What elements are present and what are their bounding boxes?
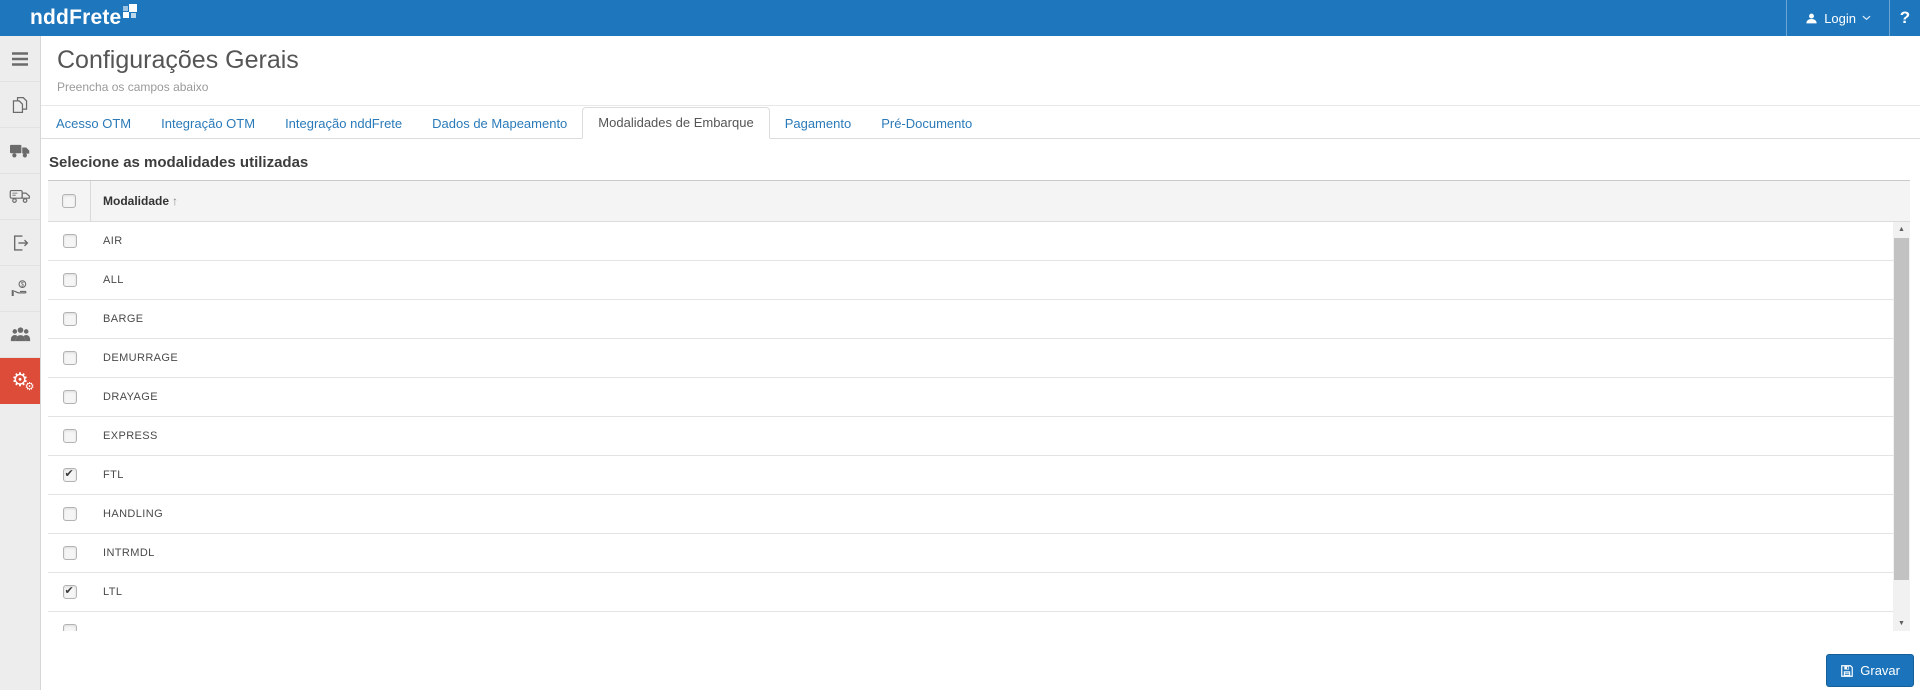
table-row: DRAYAGE [48,378,1910,417]
sidebar-item-menu[interactable] [0,36,40,82]
row-checkbox-cell [48,390,91,404]
copy-icon [11,96,29,114]
gears-icon: ⚙ ⚙ [11,370,35,393]
modality-label: FTL [103,469,124,481]
logo-squares-icon [123,4,138,19]
topbar: nddFrete Login ? [0,0,1920,36]
page-subtitle: Preencha os campos abaixo [57,80,209,94]
modality-label: INTRMDL [103,547,155,559]
table-row: HANDLING [48,495,1910,534]
scroll-down-arrow-icon[interactable]: ▼ [1893,616,1910,631]
page-header: Configurações Gerais Preencha os campos … [41,36,1920,94]
sidebar-item-payment[interactable]: $ [0,266,40,312]
row-checkbox-cell [48,546,91,560]
tab-pre-documento[interactable]: Pré-Documento [866,109,987,139]
tab-integracao-nddfrete[interactable]: Integração nddFrete [270,109,417,139]
save-floppy-icon [1840,664,1854,678]
modality-label: DRAYAGE [103,391,158,403]
modality-label: EXPRESS [103,430,158,442]
row-checkbox-cell [48,312,91,326]
modality-label: ALL [103,274,124,286]
sidebar-item-documents[interactable] [0,82,40,128]
column-header-modalidade[interactable]: Modalidade ↑ [91,181,178,221]
table-row: DEMURRAGE [48,339,1910,378]
sidebar-item-settings[interactable]: ⚙ ⚙ [0,358,40,404]
users-icon [10,326,31,343]
sort-ascending-icon: ↑ [172,194,179,208]
money-hand-icon: $ [10,279,30,298]
modality-label: DEMURRAGE [103,352,179,364]
row-checkbox[interactable] [62,429,77,443]
login-label: Login [1824,10,1856,26]
truck-icon [9,143,31,159]
login-menu[interactable]: Login [1786,0,1890,36]
row-checkbox[interactable] [62,351,77,365]
row-checkbox[interactable] [62,234,77,248]
tab-dados-de-mapeamento[interactable]: Dados de Mapeamento [417,109,582,139]
table-row: INTRMDL [48,534,1910,573]
modality-label: BARGE [103,313,144,325]
row-checkbox[interactable] [62,312,77,326]
table-row: ALL [48,261,1910,300]
select-all-checkbox[interactable] [62,194,76,208]
row-checkbox-cell [48,584,91,599]
tab-acesso-otm[interactable]: Acesso OTM [41,109,146,139]
modality-label: AIR [103,235,123,247]
row-checkbox[interactable] [62,584,77,599]
table-row: AIR [48,222,1910,261]
user-icon [1805,12,1818,25]
row-checkbox[interactable] [62,467,77,482]
table-row: EXPRESS [48,417,1910,456]
page-title: Configurações Gerais [57,46,299,74]
tabs: Acesso OTM Integração OTM Integração nddFr… [41,106,1920,139]
row-checkbox[interactable] [62,624,77,631]
help-button[interactable]: ? [1890,0,1920,36]
column-header-label: Modalidade [103,194,170,208]
chevron-down-icon [1862,15,1871,21]
modality-label: LTL [103,586,123,598]
row-checkbox[interactable] [62,273,77,287]
app-logo-text: nddFrete [30,6,122,29]
sidebar-item-export[interactable] [0,220,40,266]
row-checkbox-cell [48,273,91,287]
sidebar-item-truck[interactable] [0,128,40,174]
sidebar-item-users[interactable] [0,312,40,358]
vertical-scrollbar[interactable]: ▲ ▼ [1893,222,1910,631]
modalities-section: Selecione as modalidades utilizadas Moda… [48,154,1910,631]
tab-integracao-otm[interactable]: Integração OTM [146,109,270,139]
truck-outline-icon [9,188,31,205]
row-checkbox[interactable] [62,546,77,560]
row-checkbox-cell [48,507,91,521]
row-checkbox-cell [48,467,91,482]
main-content: Configurações Gerais Preencha os campos … [41,36,1920,690]
sidebar: $ ⚙ ⚙ [0,36,41,690]
tab-pagamento[interactable]: Pagamento [770,109,867,139]
row-checkbox-cell [48,624,91,631]
table-row: BARGE [48,300,1910,339]
row-checkbox-cell [48,351,91,365]
menu-icon [10,51,30,67]
row-checkbox-cell [48,429,91,443]
save-button-label: Gravar [1860,663,1900,678]
row-checkbox[interactable] [62,507,77,521]
table-body: ▲ ▼ AIR ALL BARGE DEMURRAGE DRAYAGE EXPR… [48,222,1910,631]
table-row: FTL [48,456,1910,495]
help-icon: ? [1899,8,1911,27]
modality-label: HANDLING [103,508,164,520]
scrollbar-thumb[interactable] [1894,238,1909,580]
row-checkbox[interactable] [62,390,77,404]
app-logo: nddFrete [30,4,138,30]
save-button[interactable]: Gravar [1826,654,1914,687]
table-row: LTL [48,573,1910,612]
tab-modalidades-de-embarque[interactable]: Modalidades de Embarque [582,107,770,139]
topbar-right: Login ? [1786,0,1920,36]
table-header-row: Modalidade ↑ [48,181,1910,222]
row-checkbox-cell [48,234,91,248]
scroll-up-arrow-icon[interactable]: ▲ [1893,222,1910,237]
sidebar-item-delivery[interactable] [0,174,40,220]
table-row [48,612,1910,631]
select-all-cell [48,181,91,221]
document-export-icon [11,234,29,252]
section-title: Selecione as modalidades utilizadas [48,154,1910,181]
